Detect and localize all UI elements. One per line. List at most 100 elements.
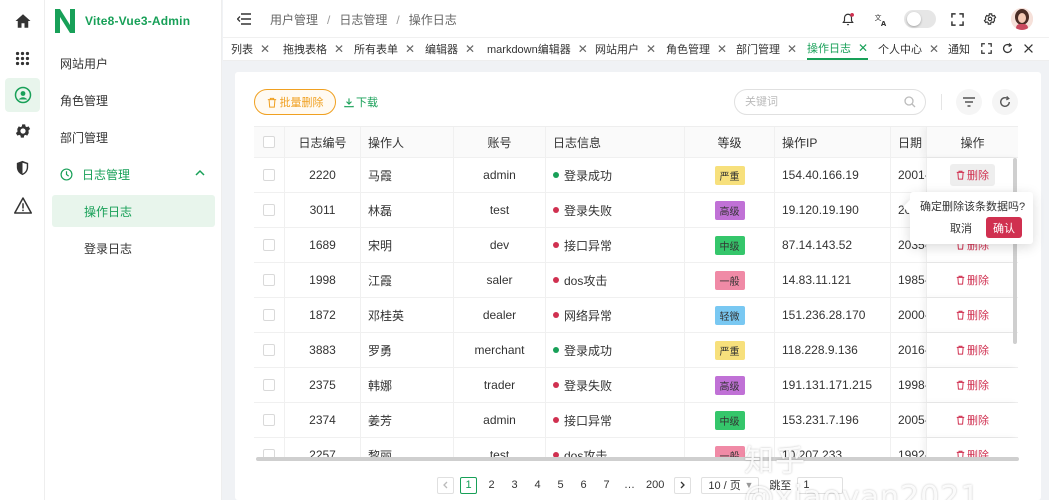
next-page-button[interactable] bbox=[674, 476, 692, 494]
close-icon[interactable]: ✕ bbox=[929, 42, 939, 56]
download-button[interactable]: 下载 bbox=[344, 94, 378, 110]
delete-button[interactable]: 删除 bbox=[950, 304, 995, 326]
search-box[interactable] bbox=[734, 89, 926, 115]
column-header[interactable]: 操作人 bbox=[361, 127, 454, 157]
search-input[interactable] bbox=[745, 96, 895, 108]
tab-all-forms[interactable]: 所有表单 ✕ bbox=[354, 38, 415, 60]
page-button[interactable]: 200 bbox=[644, 477, 666, 494]
theme-toggle[interactable] bbox=[904, 10, 936, 28]
menu-item-departments[interactable]: 部门管理 bbox=[52, 121, 215, 153]
page-button[interactable]: 7 bbox=[598, 477, 615, 494]
delete-button[interactable]: 删除 bbox=[950, 374, 995, 396]
page-button[interactable]: 6 bbox=[575, 477, 592, 494]
row-checkbox[interactable] bbox=[263, 274, 275, 286]
popconfirm-confirm-button[interactable]: 确认 bbox=[986, 217, 1022, 238]
tab-label: 拖拽表格 bbox=[283, 44, 327, 56]
tab-roles[interactable]: 角色管理 ✕ bbox=[666, 38, 727, 60]
warning-icon[interactable] bbox=[5, 188, 40, 222]
close-icon[interactable]: ✕ bbox=[334, 42, 344, 56]
menu-group-logs[interactable]: 日志管理 bbox=[52, 158, 215, 190]
vertical-scrollbar[interactable] bbox=[1013, 158, 1017, 344]
table-row[interactable]: 2220 马霞 admin 登录成功 严重 154.40.166.19 2001- 删除 bbox=[254, 158, 1018, 193]
bell-icon[interactable] bbox=[840, 11, 856, 27]
page-button[interactable]: 2 bbox=[483, 477, 500, 494]
settings-icon[interactable] bbox=[5, 114, 40, 148]
menu-item-roles[interactable]: 角色管理 bbox=[52, 84, 215, 116]
page-button[interactable]: 5 bbox=[552, 477, 569, 494]
popconfirm-cancel-button[interactable]: 取消 bbox=[944, 217, 978, 238]
home-icon[interactable] bbox=[5, 4, 40, 38]
fullscreen-icon[interactable] bbox=[949, 11, 965, 27]
translate-icon[interactable]: 文A bbox=[873, 11, 889, 27]
tab-notifications[interactable]: 通知 bbox=[948, 38, 970, 60]
menu-fold-icon[interactable] bbox=[236, 11, 252, 27]
close-icon[interactable]: ✕ bbox=[858, 41, 868, 55]
close-icon[interactable]: ✕ bbox=[787, 42, 797, 56]
table-row[interactable]: 3011林磊test登录失败高级19.120.19.1902011-删除 bbox=[254, 193, 1018, 228]
cell-actions: 删除 bbox=[926, 158, 1018, 192]
row-checkbox[interactable] bbox=[263, 344, 275, 356]
row-checkbox[interactable] bbox=[263, 169, 275, 181]
column-header[interactable]: 日期 bbox=[891, 127, 931, 157]
row-checkbox[interactable] bbox=[263, 309, 275, 321]
table-row[interactable]: 3883 罗勇 merchant 登录成功 严重 118.228.9.136 2016- 删除 bbox=[254, 333, 1018, 368]
tab-operation-log[interactable]: 操作日志 ✕ bbox=[807, 38, 869, 60]
gear-icon[interactable] bbox=[982, 11, 998, 27]
menu-item-login-log[interactable]: 登录日志 bbox=[52, 232, 215, 264]
prev-page-button[interactable] bbox=[437, 476, 454, 494]
page-ellipsis[interactable]: … bbox=[621, 477, 638, 494]
table-row[interactable]: 1872 邓桂英 dealer 网络异常 轻微 151.236.28.170 2000- 删除 bbox=[254, 298, 1018, 333]
tab-profile[interactable]: 个人中心 ✕ bbox=[878, 38, 939, 60]
breadcrumb-item[interactable]: 日志管理 bbox=[339, 11, 387, 28]
table-row[interactable]: 2374 姜芳 admin 接口异常 中级 153.231.7.196 2005- 删除 bbox=[254, 403, 1018, 438]
page-button[interactable]: 4 bbox=[529, 477, 546, 494]
tab-departments[interactable]: 部门管理 ✕ bbox=[736, 38, 797, 60]
row-checkbox[interactable] bbox=[263, 204, 275, 216]
grid-icon[interactable] bbox=[5, 41, 40, 75]
page-button[interactable]: 1 bbox=[460, 476, 477, 494]
tab-list[interactable]: 列表 ✕ bbox=[231, 38, 270, 60]
row-checkbox[interactable] bbox=[263, 239, 275, 251]
refresh-button[interactable] bbox=[992, 89, 1018, 115]
table-row[interactable]: 1998 江霞 saler dos攻击 一般 14.83.11.121 1985- 删除 bbox=[254, 263, 1018, 298]
cell-account: dealer bbox=[454, 298, 546, 332]
column-header[interactable]: 日志信息 bbox=[546, 127, 685, 157]
delete-button[interactable]: 删除 bbox=[950, 269, 995, 291]
row-checkbox[interactable] bbox=[263, 379, 275, 391]
breadcrumb-item[interactable]: 用户管理 bbox=[270, 11, 318, 28]
tabs-refresh-icon[interactable] bbox=[1002, 43, 1013, 57]
page-button[interactable]: 3 bbox=[506, 477, 523, 494]
close-icon[interactable]: ✕ bbox=[405, 42, 415, 56]
menu-item-site-users[interactable]: 网站用户 bbox=[52, 47, 215, 79]
delete-button[interactable]: 删除 bbox=[950, 164, 995, 186]
cell-operator: 马霞 bbox=[361, 158, 454, 192]
close-icon[interactable]: ✕ bbox=[260, 42, 270, 56]
column-header[interactable]: 账号 bbox=[454, 127, 546, 157]
filter-button[interactable] bbox=[956, 89, 982, 115]
close-icon[interactable]: ✕ bbox=[465, 42, 475, 56]
column-header[interactable]: 操作IP bbox=[775, 127, 891, 157]
tabs-close-all-icon[interactable] bbox=[1023, 43, 1034, 57]
tab-editor[interactable]: 编辑器 ✕ bbox=[425, 38, 475, 60]
column-header[interactable]: 等级 bbox=[685, 127, 775, 157]
tabs-fullscreen-icon[interactable] bbox=[981, 43, 992, 57]
tab-markdown-editor[interactable]: markdown编辑器 ✕ bbox=[487, 38, 588, 60]
select-all-checkbox[interactable] bbox=[263, 136, 275, 148]
column-header[interactable]: 日志编号 bbox=[285, 127, 361, 157]
table-row[interactable]: 1689 宋明 dev 接口异常 中级 87.14.143.52 2035- 删除 bbox=[254, 228, 1018, 263]
close-icon[interactable]: ✕ bbox=[646, 42, 656, 56]
tab-drag-table[interactable]: 拖拽表格 ✕ bbox=[283, 38, 344, 60]
avatar[interactable] bbox=[1011, 8, 1033, 30]
row-checkbox[interactable] bbox=[263, 414, 275, 426]
tab-site-users[interactable]: 网站用户 ✕ bbox=[595, 38, 656, 60]
close-icon[interactable]: ✕ bbox=[717, 42, 727, 56]
shield-icon[interactable] bbox=[5, 151, 40, 185]
logo[interactable]: Vite8-Vue3-Admin bbox=[53, 6, 190, 36]
user-icon[interactable] bbox=[5, 78, 40, 112]
delete-button[interactable]: 删除 bbox=[950, 409, 995, 431]
menu-item-operation-log[interactable]: 操作日志 bbox=[52, 195, 215, 227]
close-icon[interactable]: ✕ bbox=[578, 42, 588, 56]
delete-button[interactable]: 删除 bbox=[950, 339, 995, 361]
batch-delete-button[interactable]: 批量删除 bbox=[254, 89, 336, 115]
table-row[interactable]: 2375 韩娜 trader 登录失败 高级 191.131.171.215 1998- 删除 bbox=[254, 368, 1018, 403]
